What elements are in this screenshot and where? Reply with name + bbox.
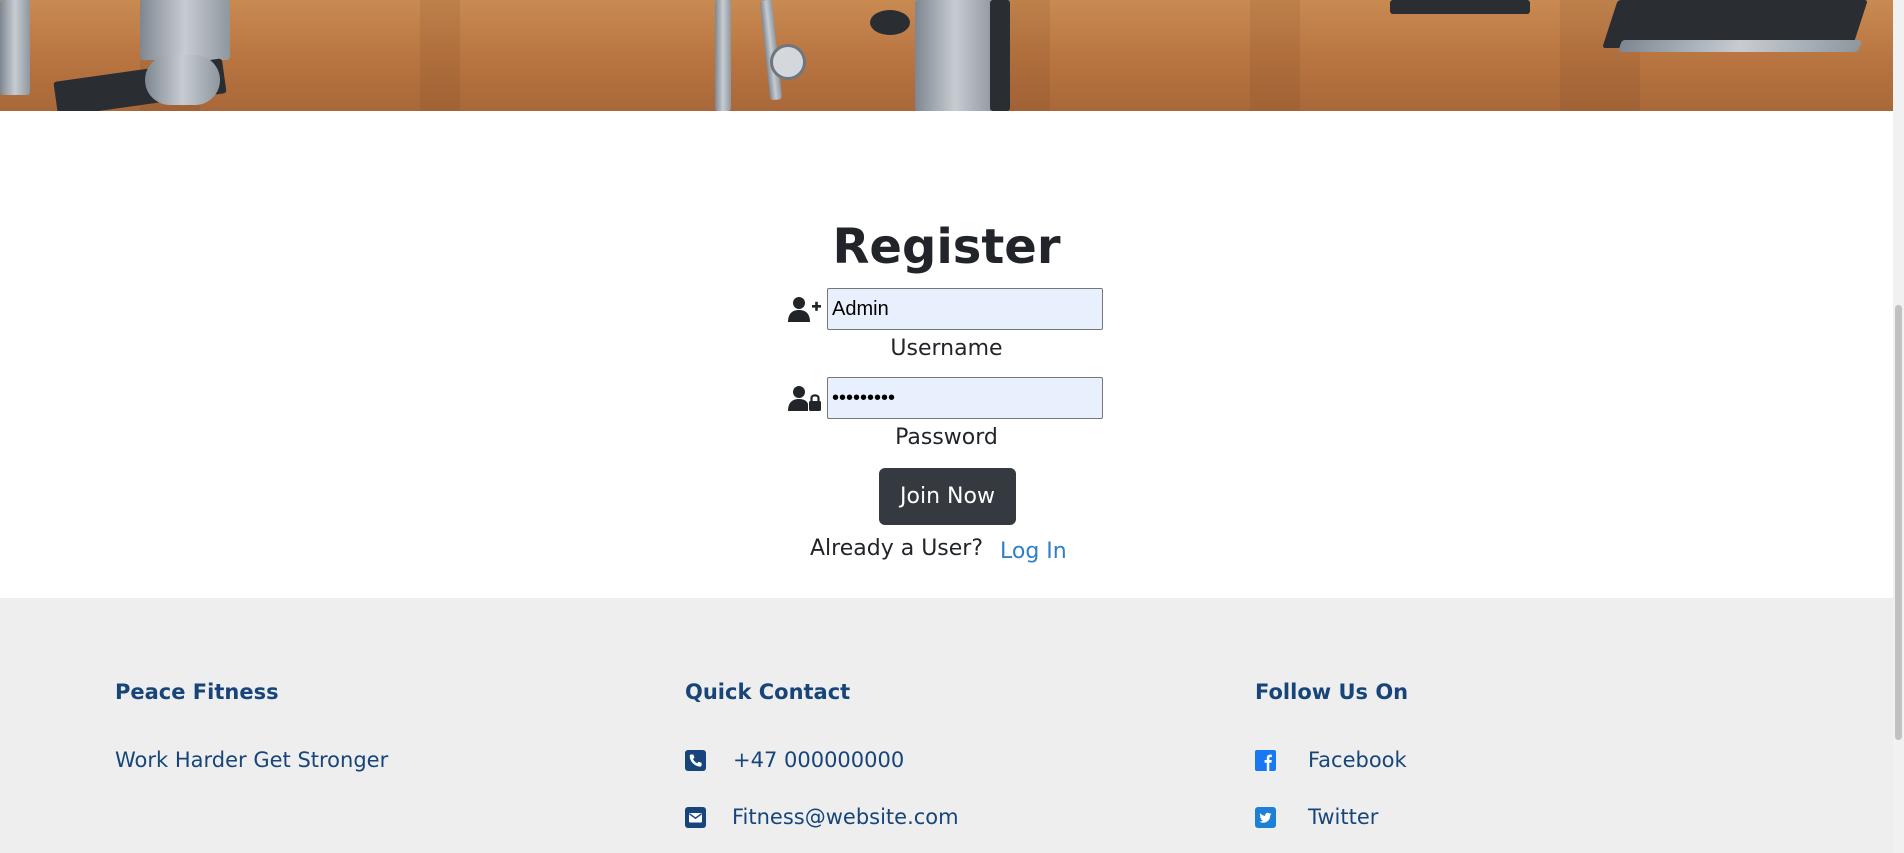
facebook-label: Facebook	[1308, 748, 1407, 772]
register-section: Register Username Password Join Now Alre…	[0, 111, 1893, 598]
scrollbar-thumb[interactable]	[1895, 305, 1902, 740]
facebook-icon	[1255, 750, 1277, 772]
join-now-button[interactable]: Join Now	[879, 468, 1016, 525]
username-row	[788, 288, 1106, 330]
already-user-text: Already a User?	[810, 536, 984, 561]
social-facebook[interactable]: Facebook	[1255, 748, 1655, 774]
site-footer: Peace Fitness Work Harder Get Stronger Q…	[0, 598, 1893, 853]
password-row	[788, 377, 1106, 419]
footer-brand-heading: Peace Fitness	[115, 680, 279, 704]
footer-contact-column: Quick Contact +47 000000000 Fitness@webs…	[685, 598, 1205, 853]
twitter-label: Twitter	[1308, 805, 1379, 829]
twitter-icon	[1255, 807, 1277, 829]
username-input[interactable]	[827, 288, 1103, 330]
password-label: Password	[895, 425, 998, 450]
login-link[interactable]: Log In	[1000, 539, 1067, 564]
gym-photo-banner	[0, 0, 1893, 111]
user-plus-icon	[788, 296, 822, 324]
footer-tagline: Work Harder Get Stronger	[115, 748, 389, 772]
footer-social-column: Follow Us On Facebook Twitter	[1255, 598, 1775, 853]
social-twitter[interactable]: Twitter	[1255, 805, 1655, 831]
footer-contact-heading: Quick Contact	[685, 680, 851, 704]
contact-email: Fitness@website.com	[685, 805, 1085, 831]
password-input[interactable]	[827, 377, 1103, 419]
phone-icon	[685, 750, 707, 772]
page-title: Register	[832, 219, 1061, 275]
footer-social-heading: Follow Us On	[1255, 680, 1409, 704]
contact-phone: +47 000000000	[685, 748, 1085, 774]
user-lock-icon	[788, 385, 822, 413]
contact-phone-text: +47 000000000	[733, 748, 905, 772]
page-scrollbar[interactable]	[1893, 0, 1904, 853]
username-label: Username	[890, 336, 1003, 361]
envelope-icon	[685, 807, 707, 829]
contact-email-link[interactable]: Fitness@website.com	[732, 805, 959, 829]
footer-brand-column: Peace Fitness Work Harder Get Stronger	[115, 598, 635, 853]
